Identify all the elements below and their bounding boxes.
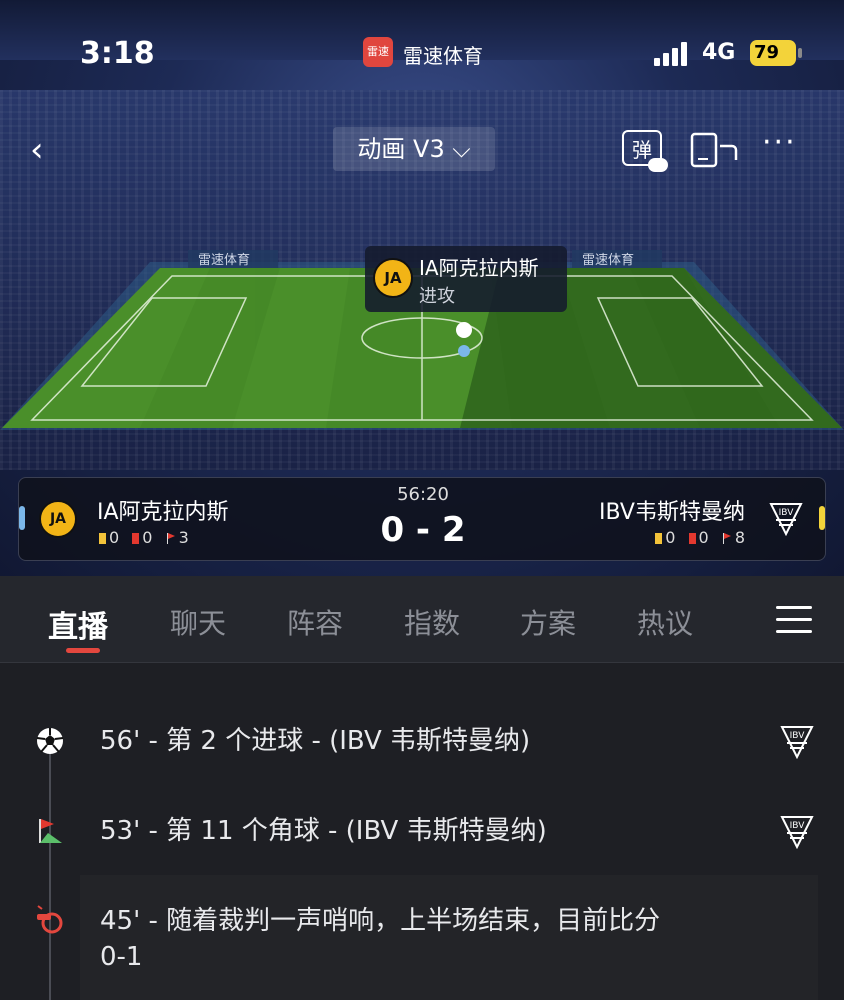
scoreboard: JA IA阿克拉内斯 0 0 3 56:20 0 - 2 IBV韦斯特曼纳 0 …	[18, 477, 826, 561]
ball-icon	[456, 322, 472, 338]
tab-discussion[interactable]: 热议	[637, 602, 693, 642]
match-clock: 56:20	[397, 484, 449, 505]
animation-mode-dropdown[interactable]: 动画 V3 ⌵	[333, 127, 495, 171]
screen-rotate-icon[interactable]	[690, 132, 738, 168]
away-team-logo: IBV	[780, 816, 814, 849]
back-chevron-icon[interactable]: ‹	[30, 130, 60, 170]
ad-board-right: 雷速体育	[582, 252, 634, 268]
mode-label: 动画 V3	[357, 135, 445, 163]
tooltip-action: 进攻	[419, 286, 455, 307]
network-type: 4G	[702, 40, 736, 65]
home-stats: 0 0 3	[99, 528, 189, 547]
match-score: 0 - 2	[380, 510, 466, 550]
app-logo-icon: 雷速	[363, 37, 393, 67]
red-card-icon	[132, 533, 140, 544]
active-tab-indicator	[66, 648, 100, 653]
home-yellow-count: 0	[109, 528, 120, 547]
more-options-icon[interactable]: ···	[762, 128, 806, 168]
battery-tip	[798, 48, 802, 58]
away-stats: 0 0 8	[655, 528, 745, 547]
away-team-logo[interactable]: IBV	[769, 500, 803, 536]
event-text: 45' - 随着裁判一声哨响，上半场结束，目前比分	[100, 906, 661, 936]
away-team-name[interactable]: IBV韦斯特曼纳	[599, 494, 745, 526]
status-time: 3:18	[80, 36, 155, 71]
away-corner-count: 8	[734, 528, 745, 547]
tooltip-team-name: IA阿克拉内斯	[419, 256, 539, 280]
yellow-card-icon	[655, 533, 663, 544]
timeline-line	[49, 753, 51, 1000]
svg-text:IBV: IBV	[790, 821, 806, 831]
home-team-name[interactable]: IA阿克拉内斯	[97, 494, 229, 526]
corner-flag-icon	[39, 819, 62, 843]
corner-flag-icon	[166, 533, 176, 544]
red-card-icon	[688, 533, 696, 544]
tab-lineup[interactable]: 阵容	[287, 602, 343, 642]
tab-bar: 直播 聊天 阵容 指数 方案 热议	[0, 576, 844, 662]
status-bar: 3:18 雷速 雷速体育 4G 79	[0, 0, 844, 100]
event-text: 53' - 第 11 个角球 - (IBV 韦斯特曼纳)	[100, 816, 547, 846]
live-timeline: 56' - 第 2 个进球 - (IBV 韦斯特曼纳) IBV 53' - 第 …	[0, 663, 844, 1000]
corner-flag-icon	[722, 533, 732, 544]
home-color-marker	[19, 506, 25, 530]
app-name: 雷速体育	[403, 44, 483, 68]
menu-icon[interactable]	[776, 606, 812, 634]
away-color-marker	[819, 506, 825, 530]
tab-chat[interactable]: 聊天	[170, 602, 226, 642]
tab-plans[interactable]: 方案	[520, 602, 576, 642]
event-text: 56' - 第 2 个进球 - (IBV 韦斯特曼纳)	[100, 726, 531, 756]
svg-text:IBV: IBV	[790, 731, 806, 741]
home-red-count: 0	[142, 528, 153, 547]
soccer-ball-icon	[36, 728, 64, 754]
svg-text:IBV: IBV	[779, 508, 795, 518]
tab-live[interactable]: 直播	[48, 602, 108, 646]
tab-odds[interactable]: 指数	[404, 602, 460, 642]
home-team-logo: JA	[373, 258, 413, 298]
whistle-icon	[37, 905, 63, 934]
chevron-down-icon: ⌵	[452, 135, 471, 163]
yellow-card-icon	[99, 533, 106, 544]
home-team-logo[interactable]: JA	[39, 500, 77, 538]
attack-tooltip: JA IA阿克拉内斯 进攻	[365, 246, 567, 312]
event-text-continued: 0-1	[100, 942, 143, 972]
signal-icon	[654, 42, 690, 66]
home-corner-count: 3	[178, 528, 189, 547]
away-team-logo: IBV	[780, 726, 814, 759]
danmu-switch-icon	[648, 158, 668, 172]
ad-board-left: 雷速体育	[198, 252, 250, 268]
battery-icon: 79	[750, 40, 796, 66]
away-yellow-count: 0	[665, 528, 676, 547]
away-red-count: 0	[698, 528, 709, 547]
